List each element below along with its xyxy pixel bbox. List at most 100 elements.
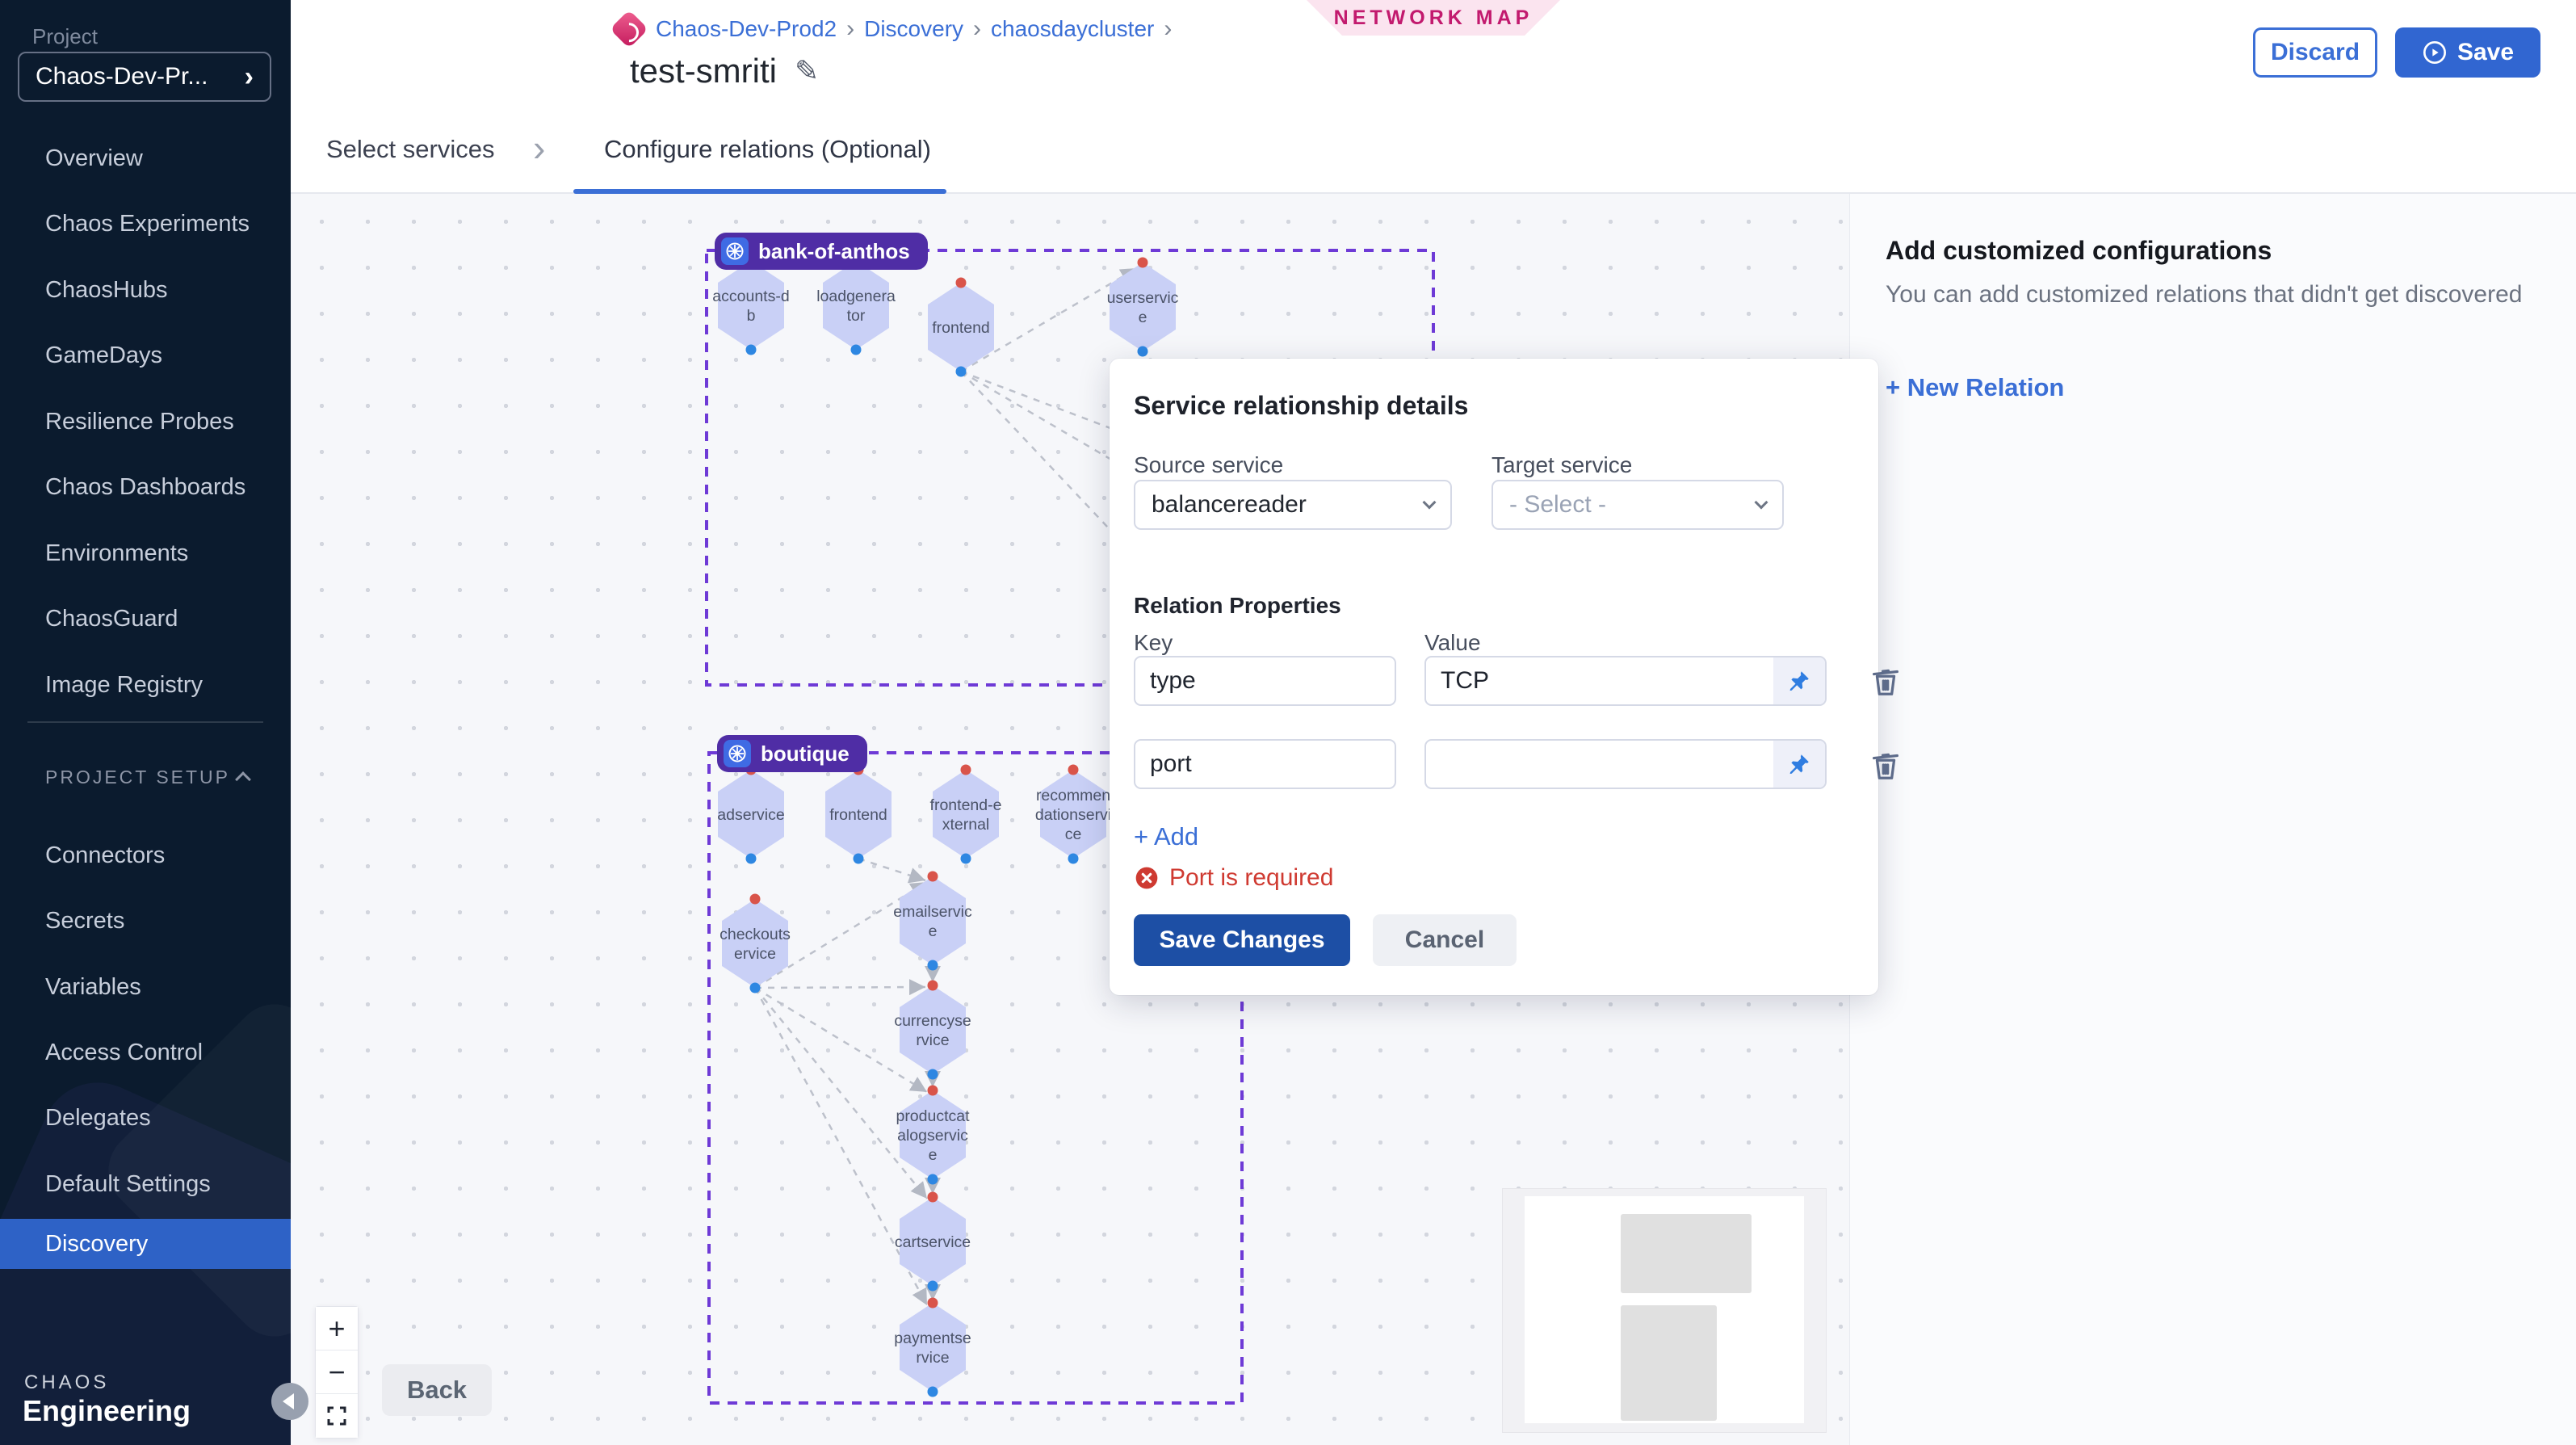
- service-hexagon-frontend-external[interactable]: [933, 770, 999, 859]
- validation-error-text: Port is required: [1169, 864, 1333, 892]
- pin-button[interactable]: [1773, 657, 1825, 704]
- in-port: [928, 1298, 938, 1308]
- out-port: [928, 1387, 938, 1397]
- discard-button[interactable]: Discard: [2253, 27, 2377, 78]
- zoom-in-button[interactable]: +: [316, 1307, 358, 1350]
- sidebar-collapse-button[interactable]: [271, 1383, 308, 1420]
- pin-button[interactable]: [1773, 741, 1825, 788]
- service-hexagon-loadgenerator[interactable]: [823, 261, 889, 350]
- app-root: Project Chaos-Dev-Pr... › Overview Chaos…: [0, 0, 2576, 1445]
- trash-icon: [1867, 662, 1904, 699]
- save-changes-button[interactable]: Save Changes: [1134, 914, 1350, 966]
- breadcrumb-discovery[interactable]: Discovery: [864, 16, 963, 42]
- out-port: [746, 345, 757, 355]
- service-hexagon-paymentservice[interactable]: [900, 1303, 966, 1392]
- sidebar-item-secrets[interactable]: Secrets: [0, 897, 291, 944]
- key-input-row2[interactable]: [1134, 739, 1396, 789]
- cluster-tag-bank-of-anthos[interactable]: bank-of-anthos: [715, 233, 928, 270]
- sidebar: Project Chaos-Dev-Pr... › Overview Chaos…: [0, 0, 291, 1445]
- project-selector[interactable]: Chaos-Dev-Pr... ›: [18, 52, 271, 102]
- sidebar-item-image-registry[interactable]: Image Registry: [0, 662, 291, 708]
- in-port: [928, 981, 938, 991]
- source-service-value: balancereader: [1152, 491, 1307, 519]
- source-service-select[interactable]: balancereader: [1134, 480, 1452, 530]
- project-setup-label: PROJECT SETUP: [45, 767, 230, 788]
- in-port: [961, 765, 971, 775]
- out-port: [746, 854, 757, 864]
- sidebar-item-chaosguard[interactable]: ChaosGuard: [0, 595, 291, 642]
- tab-select-services[interactable]: Select services: [326, 105, 494, 194]
- breadcrumb-project[interactable]: Chaos-Dev-Prod2: [656, 16, 837, 42]
- page-title-text: test-smriti: [630, 52, 777, 90]
- service-hexagon-userservice[interactable]: [1110, 263, 1176, 351]
- project-setup-header[interactable]: PROJECT SETUP: [0, 758, 291, 796]
- minimap[interactable]: [1503, 1189, 1826, 1432]
- key-column-label: Key: [1134, 630, 1173, 656]
- add-property-button[interactable]: + Add: [1134, 822, 1198, 851]
- sidebar-item-environments[interactable]: Environments: [0, 530, 291, 577]
- out-port: [928, 960, 938, 971]
- value-input-row2[interactable]: [1426, 741, 1773, 788]
- canvas-zoom-controls: + −: [315, 1306, 359, 1439]
- sidebar-item-variables[interactable]: Variables: [0, 964, 291, 1010]
- out-port: [961, 854, 971, 864]
- target-service-label: Target service: [1491, 452, 1632, 478]
- kubernetes-icon: [724, 740, 751, 767]
- trash-icon: [1867, 746, 1904, 783]
- value-column-label: Value: [1424, 630, 1481, 656]
- new-relation-button[interactable]: + New Relation: [1886, 373, 2064, 402]
- in-port: [1068, 765, 1079, 775]
- sidebar-item-default-settings[interactable]: Default Settings: [0, 1161, 291, 1208]
- out-port: [1138, 347, 1148, 357]
- service-hexagon-currencyservice[interactable]: [900, 985, 966, 1074]
- save-button[interactable]: Save: [2395, 27, 2540, 78]
- sidebar-item-chaoshubs[interactable]: ChaosHubs: [0, 267, 291, 313]
- sidebar-item-resilience-probes[interactable]: Resilience Probes: [0, 398, 291, 445]
- sidebar-item-chaos-dashboards[interactable]: Chaos Dashboards: [0, 464, 291, 510]
- value-input-row1[interactable]: [1426, 657, 1773, 704]
- panel-subtitle: You can add customized relations that di…: [1886, 281, 2548, 309]
- relation-properties-title: Relation Properties: [1134, 593, 1341, 619]
- delete-row1-button[interactable]: [1867, 662, 1904, 699]
- out-port: [956, 367, 967, 377]
- sidebar-item-discovery[interactable]: Discovery: [0, 1219, 291, 1269]
- breadcrumb-agent[interactable]: chaosdaycluster: [991, 16, 1154, 42]
- sidebar-item-delegates[interactable]: Delegates: [0, 1094, 291, 1141]
- chevron-up-icon: [235, 771, 251, 788]
- sidebar-item-gamedays[interactable]: GameDays: [0, 332, 291, 379]
- in-port: [928, 872, 938, 882]
- project-label: Project: [32, 24, 98, 49]
- chevron-separator-icon: ›: [1154, 15, 1181, 43]
- out-port: [854, 854, 864, 864]
- service-hexagon-emailservice[interactable]: [900, 876, 966, 965]
- target-service-select[interactable]: - Select -: [1491, 480, 1784, 530]
- target-service-placeholder: - Select -: [1509, 491, 1606, 519]
- minimap-cluster-boutique: [1621, 1305, 1717, 1421]
- sidebar-item-connectors[interactable]: Connectors: [0, 832, 291, 879]
- service-label: frontend: [829, 806, 887, 824]
- sidebar-divider: [27, 721, 263, 723]
- delete-row2-button[interactable]: [1867, 746, 1904, 783]
- cluster-tag-boutique[interactable]: boutique: [717, 735, 867, 772]
- chaos-module-icon: [610, 10, 648, 48]
- edit-icon[interactable]: ✎: [795, 54, 819, 88]
- sidebar-item-access-control[interactable]: Access Control: [0, 1029, 291, 1076]
- value-field-row1: [1424, 656, 1827, 706]
- key-input-row1[interactable]: [1134, 656, 1396, 706]
- service-label: cartservice: [895, 1233, 971, 1251]
- fullscreen-button[interactable]: [316, 1394, 358, 1438]
- service-hexagon-accounts-db[interactable]: [718, 261, 784, 350]
- in-port: [1138, 258, 1148, 268]
- back-button[interactable]: Back: [382, 1364, 492, 1416]
- sidebar-item-overview[interactable]: Overview: [0, 135, 291, 182]
- page-title: test-smriti ✎: [630, 52, 819, 90]
- tab-configure-relations[interactable]: Configure relations (Optional): [604, 105, 931, 194]
- cancel-button[interactable]: Cancel: [1373, 914, 1517, 966]
- zoom-out-button[interactable]: −: [316, 1350, 358, 1394]
- chevron-separator-icon: ›: [963, 15, 991, 43]
- pin-icon: [1787, 669, 1811, 693]
- out-port: [928, 1281, 938, 1292]
- sidebar-item-chaos-experiments[interactable]: Chaos Experiments: [0, 200, 291, 247]
- chevron-right-icon: ›: [245, 61, 254, 93]
- out-port: [851, 345, 862, 355]
